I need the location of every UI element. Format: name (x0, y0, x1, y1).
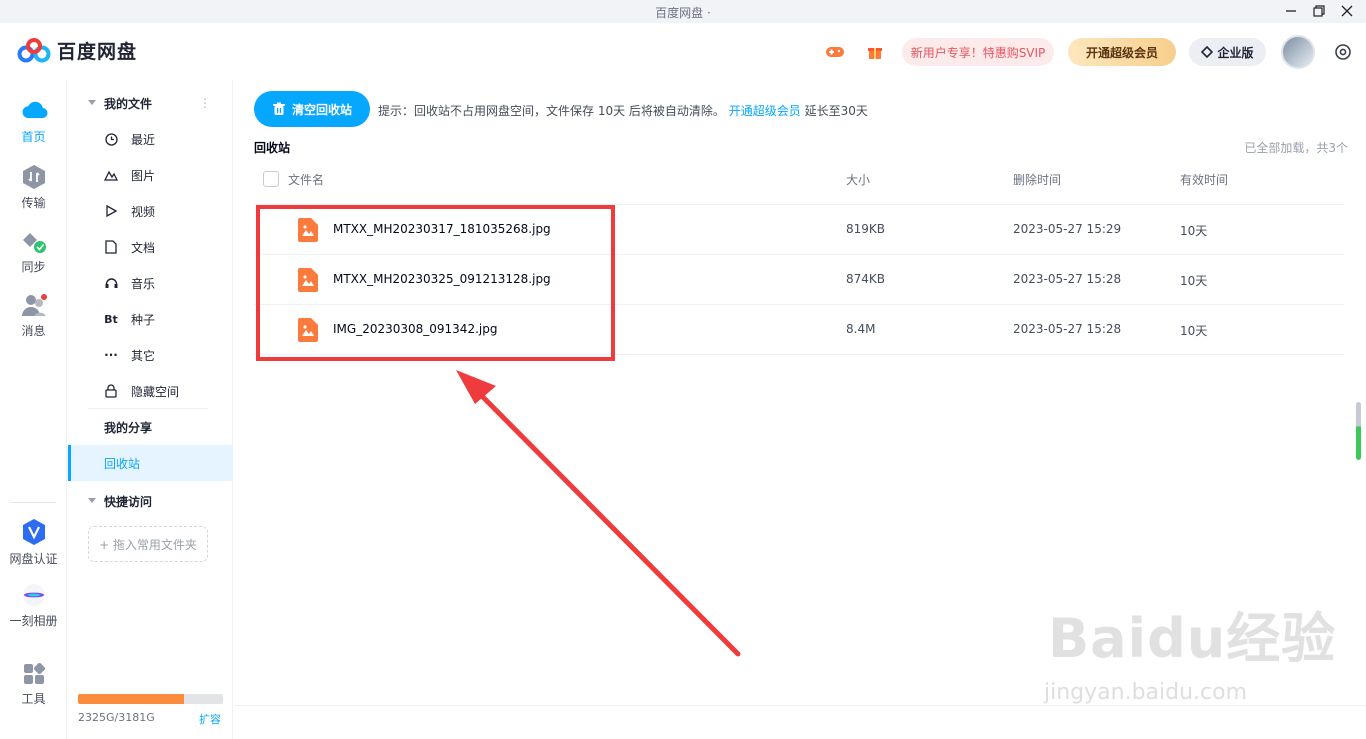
watermark-brand: Baidu经验 (1048, 607, 1337, 670)
scrollbar[interactable] (1356, 402, 1361, 460)
annotation-arrow-head (456, 370, 496, 404)
watermark-url: jingyan.baidu.com (1044, 680, 1248, 705)
annotation-arrow-line (469, 383, 741, 657)
